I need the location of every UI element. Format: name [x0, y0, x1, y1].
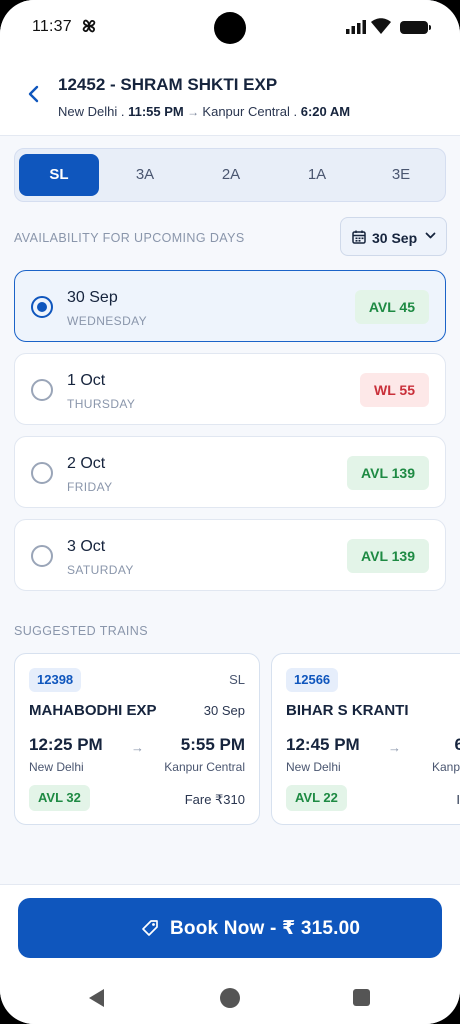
train-title: 12452 - SHRAM SHKTI EXP	[58, 75, 278, 94]
radio-unselected[interactable]	[31, 379, 53, 401]
day-option[interactable]: 3 Oct SATURDAY AVL 139	[14, 519, 446, 591]
route-summary: New Delhi . 11:55 PM → Kanpur Central . …	[58, 104, 350, 119]
train-fare: Fare ₹310	[184, 792, 245, 807]
train-arrival: 5:55 PM	[180, 735, 245, 754]
app-header: 12452 - SHRAM SHKTI EXP New Delhi . 11:5…	[0, 56, 460, 136]
train-number: 12566	[286, 668, 339, 692]
train-destination: Kanpur Central	[164, 760, 245, 774]
signal-icon	[346, 20, 366, 34]
train-destination: Kanp	[431, 760, 460, 774]
bottom-bar: Book Now - ₹ 315.00	[0, 884, 460, 1024]
day-date: 3 Oct	[67, 538, 106, 555]
book-now-button[interactable]: Book Now - ₹ 315.00	[18, 898, 442, 958]
day-date: 2 Oct	[67, 455, 106, 472]
route-separator: .	[289, 104, 301, 119]
route-arrow-icon: →	[183, 105, 203, 119]
radio-unselected[interactable]	[31, 462, 53, 484]
availability-heading: AVAILABILITY FOR UPCOMING DAYS	[14, 231, 245, 245]
back-arrow-icon[interactable]	[22, 82, 46, 106]
train-name: MAHABODHI EXP	[29, 702, 157, 719]
day-option[interactable]: 1 Oct THURSDAY WL 55	[14, 353, 446, 425]
train-name: BIHAR S KRANTI	[286, 702, 409, 719]
route-separator: .	[117, 104, 129, 119]
day-weekday: FRIDAY	[67, 480, 113, 494]
tab-sl[interactable]: SL	[19, 154, 99, 196]
departure-time: 11:55 PM	[128, 104, 184, 119]
book-now-label: Book Now - ₹ 315.00	[170, 918, 361, 939]
wifi-icon	[371, 18, 391, 34]
suggested-train-card[interactable]: 12566 BIHAR S KRANTI 12:45 PM → 6 New De…	[271, 653, 460, 825]
availability-badge: AVL 22	[286, 785, 347, 811]
train-arrival: 6	[455, 735, 460, 755]
origin-station: New Delhi	[58, 104, 118, 119]
chevron-down-icon	[425, 232, 436, 239]
selected-date: 30 Sep	[372, 230, 418, 246]
tab-3e[interactable]: 3E	[361, 154, 441, 196]
date-picker-button[interactable]: 30 Sep	[340, 217, 447, 256]
train-number: 12398	[29, 668, 82, 692]
arrival-time: 6:20 AM	[300, 104, 351, 119]
tab-1a[interactable]: 1A	[277, 154, 357, 196]
tab-3a[interactable]: 3A	[105, 154, 185, 196]
availability-badge: AVL 32	[29, 785, 90, 811]
tab-2a[interactable]: 2A	[191, 154, 271, 196]
day-weekday: THURSDAY	[67, 397, 136, 411]
day-option[interactable]: 2 Oct FRIDAY AVL 139	[14, 436, 446, 508]
radio-selected[interactable]	[31, 296, 53, 318]
train-origin: New Delhi	[286, 760, 341, 774]
suggested-heading: SUGGESTED TRAINS	[14, 624, 148, 638]
battery-icon	[400, 21, 431, 34]
availability-badge: AVL 45	[354, 290, 429, 324]
train-date: 30 Sep	[203, 703, 245, 718]
arrow-right-icon: →	[131, 740, 144, 755]
ticket-tag-icon	[142, 920, 158, 936]
status-time: 11:37	[32, 18, 72, 35]
availability-badge: AVL 139	[347, 539, 429, 573]
radio-unselected[interactable]	[31, 545, 53, 567]
day-date: 1 Oct	[67, 372, 106, 389]
fan-icon	[82, 19, 96, 33]
day-date: 30 Sep	[67, 289, 118, 306]
arrow-right-icon: →	[388, 740, 401, 755]
nav-back-icon[interactable]	[88, 988, 106, 1008]
availability-badge: AVL 139	[347, 456, 429, 490]
suggested-train-card[interactable]: 12398 SL MAHABODHI EXP 30 Sep 12:25 PM →…	[14, 653, 260, 825]
train-fare: I	[456, 792, 460, 807]
status-bar: 11:37	[0, 0, 460, 56]
day-weekday: WEDNESDAY	[67, 314, 148, 328]
nav-recents-icon[interactable]	[353, 989, 370, 1006]
class-tabs: SL 3A 2A 1A 3E	[14, 148, 446, 202]
train-departure: 12:25 PM	[29, 735, 103, 754]
train-origin: New Delhi	[29, 760, 84, 774]
train-departure: 12:45 PM	[286, 735, 360, 754]
phone-screen: 11:37 12452 - SHRAM SHKTI EXP New Delhi …	[0, 0, 460, 1024]
waitlist-badge: WL 55	[360, 373, 429, 407]
destination-station: Kanpur Central	[202, 104, 290, 119]
train-class: SL	[229, 672, 245, 687]
day-option[interactable]: 30 Sep WEDNESDAY AVL 45	[14, 270, 446, 342]
day-weekday: SATURDAY	[67, 563, 134, 577]
calendar-icon	[352, 230, 366, 244]
nav-home-icon[interactable]	[220, 988, 240, 1008]
front-camera	[214, 12, 246, 44]
